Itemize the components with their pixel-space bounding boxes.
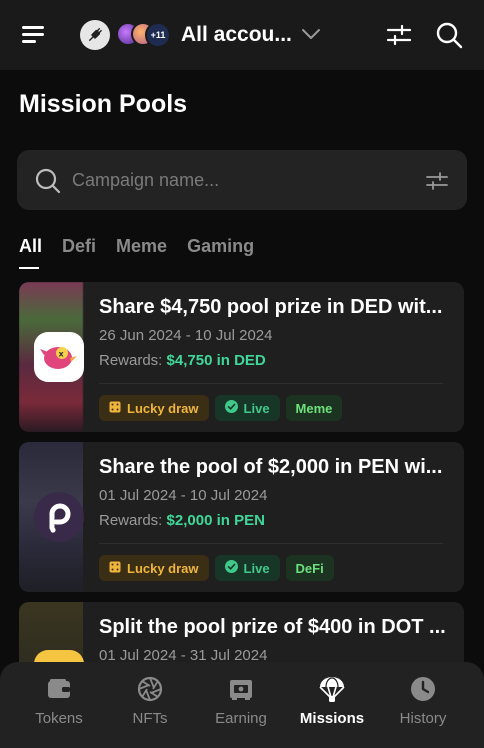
divider (99, 383, 443, 384)
tag-label: Lucky draw (127, 400, 199, 416)
check-circle-icon (224, 400, 238, 416)
mission-title: Share $4,750 pool prize in DED wit... (99, 296, 443, 318)
campaign-search-input[interactable] (72, 166, 402, 194)
lucky-draw-icon (109, 561, 121, 576)
tag-lucky-draw: Lucky draw (99, 395, 209, 421)
mission-dates: 26 Jun 2024 - 10 Jul 2024 (99, 327, 273, 344)
tab-defi[interactable]: Defi (62, 236, 96, 269)
filter-sliders-icon[interactable] (426, 171, 448, 196)
account-avatars: +11 (116, 22, 171, 48)
divider (99, 543, 443, 544)
avatar-count-badge: +11 (145, 22, 171, 48)
tag-label: Live (243, 560, 270, 576)
rewards-label: Rewards: (99, 352, 163, 369)
nav-earning[interactable]: Earning (196, 674, 286, 727)
earning-icon (196, 674, 286, 704)
lucky-draw-icon (109, 401, 121, 416)
category-tabs: All Defi Meme Gaming (19, 236, 274, 269)
mission-rewards: Rewards: $2,000 in PEN (99, 512, 265, 529)
account-name: All accou... (181, 23, 292, 46)
chevron-down-icon[interactable] (300, 26, 322, 47)
tab-gaming[interactable]: Gaming (187, 236, 254, 269)
tag-category: Meme (285, 395, 343, 421)
page-title: Mission Pools (19, 90, 188, 118)
wallet-icon (14, 674, 104, 704)
nav-label: Tokens (35, 710, 83, 727)
nav-missions[interactable]: Missions (287, 674, 377, 727)
tab-all[interactable]: All (19, 236, 42, 269)
mission-tags: Lucky draw Live DeFi (99, 555, 340, 581)
search-icon (34, 167, 62, 200)
nav-label: Missions (299, 710, 365, 727)
mission-tags: Lucky draw Live Meme (99, 395, 348, 421)
nav-label: NFTs (132, 710, 168, 727)
aperture-icon (105, 674, 195, 704)
rewards-label: Rewards: (99, 512, 163, 529)
pen-logo-icon (34, 492, 84, 542)
plug-icon (80, 20, 110, 50)
parachute-icon (287, 674, 377, 704)
ded-logo-icon: x (34, 332, 84, 382)
rewards-value: $4,750 in DED (166, 352, 266, 369)
tag-live: Live (214, 395, 280, 421)
mission-dates: 01 Jul 2024 - 10 Jul 2024 (99, 487, 268, 504)
bottom-navigation: Tokens NFTs Earning Missions History (0, 662, 484, 748)
nav-label: Earning (215, 710, 267, 727)
menu-icon[interactable] (20, 22, 48, 48)
tag-live: Live (214, 555, 280, 581)
tag-label: Lucky draw (127, 560, 199, 576)
nav-nfts[interactable]: NFTs (105, 674, 195, 727)
search-icon[interactable] (435, 21, 463, 54)
campaign-search-bar (17, 150, 467, 210)
filter-sliders-icon[interactable] (386, 22, 412, 53)
mission-card[interactable]: Share the pool of $2,000 in PEN wi... 01… (19, 442, 464, 592)
mission-title: Split the pool prize of $400 in DOT ... (99, 616, 446, 638)
rewards-value: $2,000 in PEN (166, 512, 265, 529)
mission-rewards: Rewards: $4,750 in DED (99, 352, 266, 369)
tab-meme[interactable]: Meme (116, 236, 167, 269)
account-selector[interactable]: +11 All accou... (80, 20, 293, 50)
mission-card[interactable]: x Share $4,750 pool prize in DED wit... … (19, 282, 464, 432)
check-circle-icon (224, 560, 238, 576)
nav-history[interactable]: History (378, 674, 468, 727)
svg-text:x: x (59, 350, 65, 359)
mission-title: Share the pool of $2,000 in PEN wi... (99, 456, 443, 478)
clock-icon (378, 674, 468, 704)
nav-tokens[interactable]: Tokens (14, 674, 104, 727)
tag-category: DeFi (285, 555, 334, 581)
tag-lucky-draw: Lucky draw (99, 555, 209, 581)
nav-label: History (399, 710, 447, 727)
top-bar: +11 All accou... (0, 0, 484, 70)
tag-label: Live (243, 400, 270, 416)
